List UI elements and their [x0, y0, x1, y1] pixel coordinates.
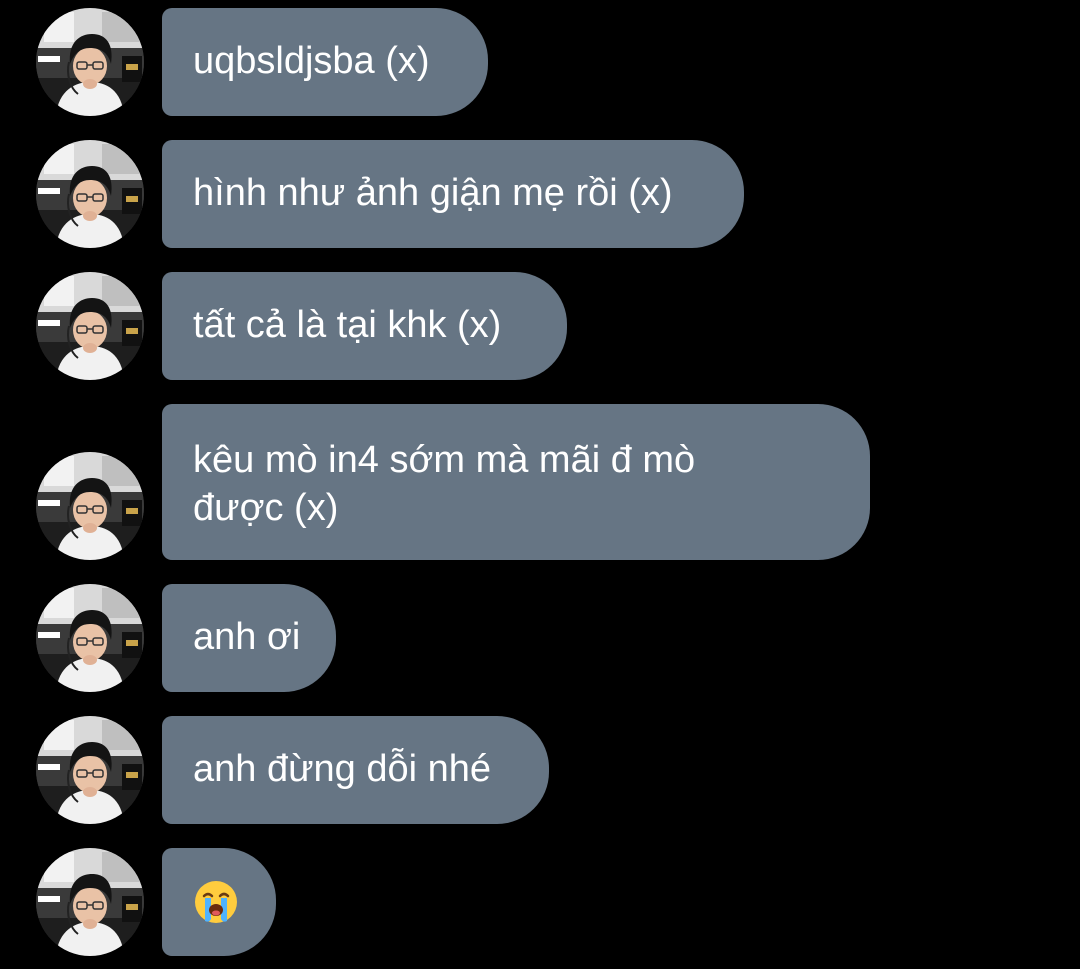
message-row: kêu mò in4 sớm mà mãi đ mò được (x) [0, 404, 1080, 560]
message-bubble[interactable]: tất cả là tại khk (x) [162, 272, 567, 380]
message-bubble[interactable] [162, 848, 276, 956]
message-bubble[interactable]: anh ơi [162, 584, 336, 692]
avatar[interactable] [36, 272, 144, 380]
loudly-crying-face-icon [193, 879, 239, 925]
avatar[interactable] [36, 584, 144, 692]
message-bubble[interactable]: uqbsldjsba (x) [162, 8, 488, 116]
avatar[interactable] [36, 716, 144, 824]
avatar[interactable] [36, 140, 144, 248]
message-text: uqbsldjsba (x) [193, 40, 430, 82]
message-text: anh đừng dỗi nhé [193, 748, 492, 790]
avatar[interactable] [36, 8, 144, 116]
message-row: anh đừng dỗi nhé [0, 716, 1080, 824]
chat-thread: uqbsldjsba (x) hình như ảnh giận mẹ rồi … [0, 0, 1080, 969]
message-text: kêu mò in4 sớm mà mãi đ mò được (x) [193, 439, 696, 529]
message-text: hình như ảnh giận mẹ rồi (x) [193, 172, 673, 214]
message-row: uqbsldjsba (x) [0, 8, 1080, 116]
avatar[interactable] [36, 848, 144, 956]
message-bubble[interactable]: hình như ảnh giận mẹ rồi (x) [162, 140, 744, 248]
message-row: hình như ảnh giận mẹ rồi (x) [0, 140, 1080, 248]
message-text: anh ơi [193, 616, 301, 658]
message-bubble[interactable]: kêu mò in4 sớm mà mãi đ mò được (x) [162, 404, 870, 560]
message-row [0, 848, 1080, 956]
message-text: tất cả là tại khk (x) [193, 304, 502, 346]
message-row: tất cả là tại khk (x) [0, 272, 1080, 380]
message-row: anh ơi [0, 584, 1080, 692]
message-bubble[interactable]: anh đừng dỗi nhé [162, 716, 549, 824]
avatar[interactable] [36, 452, 144, 560]
